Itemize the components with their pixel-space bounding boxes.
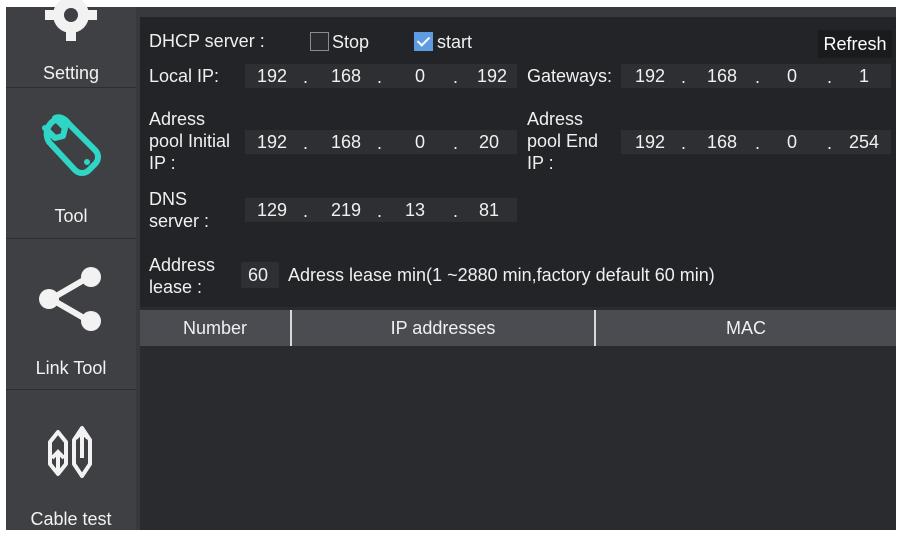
start-label: start	[437, 32, 473, 52]
pool-initial-label: Adress pool Initial IP :	[149, 108, 230, 174]
ip-octet-field[interactable]: 168	[315, 64, 361, 88]
ip-octet-field[interactable]: 168	[693, 64, 737, 88]
ip-octet-field[interactable]: 192	[621, 64, 665, 88]
sidebar-item-label: Setting	[42, 63, 100, 83]
ip-dot: .	[755, 67, 761, 87]
label-line: IP :	[149, 153, 176, 173]
ip-dot: .	[303, 133, 309, 153]
ip-octet-field[interactable]: 192	[245, 130, 287, 154]
lease-minutes-input[interactable]: 60	[241, 262, 279, 288]
label-line: Adress	[527, 109, 584, 129]
ip-octet-field[interactable]: 219	[315, 198, 361, 222]
ip-octet-field[interactable]: 129	[245, 198, 287, 222]
wrench-icon	[42, 114, 101, 176]
pool-end-label: Adress pool End IP :	[527, 108, 598, 174]
ip-octet-field[interactable]: 192	[621, 130, 665, 154]
gateways-input[interactable]: 192 . 168 . 0 . 1	[621, 64, 891, 88]
ip-octet-field[interactable]: 168	[315, 130, 361, 154]
ip-dot: .	[453, 133, 459, 153]
ip-octet-field[interactable]: 192	[245, 64, 287, 88]
ip-dot: .	[681, 67, 687, 87]
sidebar-item-label: Link Tool	[35, 358, 107, 378]
ip-dot: .	[303, 67, 309, 87]
label-line: DNS	[149, 189, 188, 209]
start-checkbox[interactable]	[414, 32, 433, 51]
share-icon	[39, 267, 101, 331]
ip-dot: .	[681, 133, 687, 153]
dns-server-input[interactable]: 129 . 219 . 13 . 81	[245, 198, 517, 222]
ip-octet-field[interactable]: 13	[387, 198, 425, 222]
ip-octet-field[interactable]: 1	[835, 64, 869, 88]
ip-dot: .	[377, 201, 383, 221]
local-ip-input[interactable]: 192 . 168 . 0 . 192	[245, 64, 517, 88]
cable-test-icon	[48, 426, 92, 478]
label-line: pool Initial	[149, 131, 231, 151]
client-table-body	[140, 346, 896, 530]
sidebar: Setting Tool Link Tool Cable test	[6, 0, 136, 530]
sidebar-item-cable-test[interactable]: Cable test	[6, 390, 136, 540]
label-line: Address	[149, 255, 216, 275]
client-table-header: Number IP addresses MAC	[140, 310, 896, 346]
sidebar-item-setting[interactable]: Setting	[6, 0, 136, 87]
label-line: server :	[149, 211, 210, 231]
ip-dot: .	[827, 133, 833, 153]
pool-end-ip-input[interactable]: 192 . 168 . 0 . 254	[621, 130, 891, 154]
ip-octet-field[interactable]: 0	[765, 64, 797, 88]
ip-dot: .	[377, 133, 383, 153]
label-line: Adress	[149, 109, 206, 129]
local-ip-label: Local IP:	[149, 66, 220, 86]
lease-minutes-value[interactable]: 60	[248, 265, 268, 286]
ip-dot: .	[377, 67, 383, 87]
pool-initial-ip-input[interactable]: 192 . 168 . 0 . 20	[245, 130, 517, 154]
ip-octet-field[interactable]: 81	[461, 198, 499, 222]
label-line: IP :	[527, 153, 554, 173]
sidebar-item-link-tool[interactable]: Link Tool	[6, 239, 136, 389]
ip-octet-field[interactable]: 0	[765, 130, 797, 154]
label-line: lease :	[149, 277, 203, 297]
stop-label: Stop	[332, 32, 370, 52]
gear-icon	[45, 0, 97, 41]
gateways-label: Gateways:	[527, 66, 613, 86]
sidebar-item-tool[interactable]: Tool	[6, 88, 136, 238]
ip-dot: .	[453, 201, 459, 221]
column-header-mac[interactable]: MAC	[596, 310, 896, 346]
dns-server-label: DNS server :	[149, 188, 209, 232]
ip-dot: .	[453, 67, 459, 87]
ip-octet-field[interactable]: 0	[387, 130, 425, 154]
ip-dot: .	[755, 133, 761, 153]
lease-hint: Adress lease min(1 ~2880 min,factory def…	[288, 265, 715, 285]
ip-octet-field[interactable]: 0	[387, 64, 425, 88]
sidebar-item-label: Tool	[54, 206, 88, 226]
sidebar-item-label: Cable test	[30, 509, 112, 529]
column-header-ip-addresses[interactable]: IP addresses	[292, 310, 594, 346]
ip-dot: .	[303, 201, 309, 221]
ip-octet-field[interactable]: 20	[461, 130, 499, 154]
ip-octet-field[interactable]: 254	[835, 130, 879, 154]
dhcp-server-label: DHCP server :	[149, 31, 265, 51]
address-lease-label: Address lease :	[149, 254, 215, 298]
label-line: pool End	[527, 131, 599, 151]
ip-octet-field[interactable]: 168	[693, 130, 737, 154]
column-header-number[interactable]: Number	[140, 310, 290, 346]
ip-octet-field[interactable]: 192	[461, 64, 507, 88]
refresh-button[interactable]: Refresh	[818, 30, 892, 58]
stop-checkbox[interactable]	[310, 32, 329, 51]
ip-dot: .	[827, 67, 833, 87]
